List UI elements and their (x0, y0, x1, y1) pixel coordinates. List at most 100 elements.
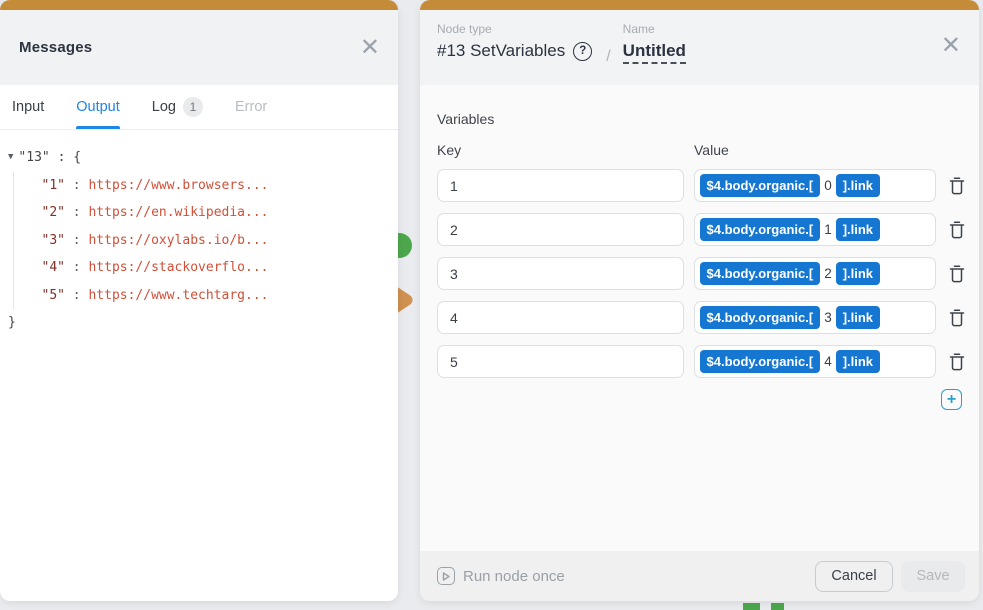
chip-index-text[interactable]: 3 (824, 310, 832, 325)
tab-log[interactable]: Log 1 (152, 85, 203, 129)
key-input[interactable] (437, 169, 684, 202)
json-key: "4" (42, 260, 65, 275)
value-column-header: Value (694, 142, 729, 158)
expression-chip[interactable]: $4.body.organic.[ (700, 174, 821, 197)
node-editor-header: Node type #13 SetVariables ? / Name Unti… (420, 10, 979, 85)
node-editor-body: Variables Key Value $4.body.organic.[ 0 … (420, 85, 979, 551)
variables-section-label: Variables (437, 111, 965, 127)
delete-row-button[interactable] (949, 265, 965, 283)
delete-row-button[interactable] (949, 309, 965, 327)
value-input[interactable]: $4.body.organic.[ 1 ].link (694, 213, 936, 246)
node-type-label: Node type (437, 22, 592, 36)
collapse-triangle-icon[interactable]: ▼ (8, 144, 13, 172)
json-key: "3" (42, 233, 65, 248)
tab-error[interactable]: Error (235, 85, 267, 129)
play-icon (437, 567, 455, 585)
tab-input[interactable]: Input (12, 85, 44, 129)
variable-row: $4.body.organic.[ 0 ].link (437, 169, 965, 202)
expression-chip[interactable]: ].link (836, 306, 880, 329)
save-button[interactable]: Save (901, 561, 965, 592)
variables-column-headers: Key Value (437, 142, 965, 158)
delete-row-button[interactable] (949, 177, 965, 195)
run-node-once-button[interactable]: Run node once (437, 567, 565, 585)
json-colon: : (65, 205, 88, 220)
chip-index-text[interactable]: 4 (824, 354, 832, 369)
expression-chip[interactable]: $4.body.organic.[ (700, 218, 821, 241)
expression-chip[interactable]: ].link (836, 350, 880, 373)
json-colon: : (65, 288, 88, 303)
expression-chip[interactable]: ].link (836, 218, 880, 241)
expression-chip[interactable]: ].link (836, 174, 880, 197)
json-value: https://www.browsers... (88, 178, 268, 193)
add-variable-button[interactable]: + (941, 389, 962, 410)
panel-accent-bar (420, 0, 979, 10)
messages-tab-bar: Input Output Log 1 Error (0, 85, 398, 130)
tab-log-label: Log (152, 99, 176, 115)
json-entry: "1" : https://www.browsers... (42, 172, 389, 200)
expression-chip[interactable]: ].link (836, 262, 880, 285)
json-key: "2" (42, 205, 65, 220)
variable-row: $4.body.organic.[ 2 ].link (437, 257, 965, 290)
trash-icon (949, 177, 965, 195)
workflow-node-fragment (771, 603, 784, 610)
trash-icon (949, 221, 965, 239)
node-type-value-row: #13 SetVariables ? (437, 41, 592, 61)
json-root-key: "13" (18, 144, 49, 172)
key-input[interactable] (437, 213, 684, 246)
json-open-brace: : { (58, 144, 81, 172)
value-input[interactable]: $4.body.organic.[ 3 ].link (694, 301, 936, 334)
key-input[interactable] (437, 257, 684, 290)
value-input[interactable]: $4.body.organic.[ 2 ].link (694, 257, 936, 290)
chip-index-text[interactable]: 1 (824, 222, 832, 237)
expression-chip[interactable]: $4.body.organic.[ (700, 262, 821, 285)
value-input[interactable]: $4.body.organic.[ 0 ].link (694, 169, 936, 202)
help-icon[interactable]: ? (573, 42, 592, 61)
json-value: https://stackoverflo... (88, 260, 268, 275)
node-name-value[interactable]: Untitled (623, 41, 686, 64)
messages-header: Messages ✕ (0, 10, 398, 85)
run-node-once-label: Run node once (463, 568, 565, 585)
json-colon: : (65, 260, 88, 275)
expression-chip[interactable]: $4.body.organic.[ (700, 306, 821, 329)
workflow-node-fragment (743, 603, 760, 610)
json-children: "1" : https://www.browsers... "2" : http… (13, 172, 389, 310)
header-separator: / (606, 48, 610, 66)
value-input[interactable]: $4.body.organic.[ 4 ].link (694, 345, 936, 378)
variable-row: $4.body.organic.[ 4 ].link (437, 345, 965, 378)
close-icon[interactable]: ✕ (360, 36, 380, 60)
expression-chip[interactable]: $4.body.organic.[ (700, 350, 821, 373)
variable-row: $4.body.organic.[ 3 ].link (437, 301, 965, 334)
json-open-brace (50, 144, 58, 172)
key-column-header: Key (437, 142, 694, 158)
node-editor-footer: Run node once Cancel Save (420, 551, 979, 601)
cancel-button[interactable]: Cancel (815, 561, 893, 592)
node-type-group: Node type #13 SetVariables ? (437, 22, 592, 61)
key-input[interactable] (437, 345, 684, 378)
json-value: https://www.techtarg... (88, 288, 268, 303)
json-key: "5" (42, 288, 65, 303)
log-count-badge: 1 (183, 97, 203, 117)
chip-index-text[interactable]: 2 (824, 266, 832, 281)
variable-row: $4.body.organic.[ 1 ].link (437, 213, 965, 246)
messages-title: Messages (19, 39, 92, 56)
delete-row-button[interactable] (949, 221, 965, 239)
chip-index-text[interactable]: 0 (824, 178, 832, 193)
messages-panel: Messages ✕ Input Output Log 1 Error ▼ "1… (0, 0, 398, 601)
node-editor-panel: Node type #13 SetVariables ? / Name Unti… (420, 0, 979, 601)
trash-icon (949, 309, 965, 327)
json-entry: "3" : https://oxylabs.io/b... (42, 227, 389, 255)
json-entry: "5" : https://www.techtarg... (42, 282, 389, 310)
close-icon[interactable]: ✕ (941, 34, 961, 58)
json-key: "1" (42, 178, 65, 193)
json-output-viewer: ▼ "13" : { "1" : https://www.browsers...… (0, 130, 398, 337)
node-name-label: Name (623, 22, 686, 36)
tab-output[interactable]: Output (76, 85, 120, 129)
add-row-container: + (437, 389, 965, 410)
key-input[interactable] (437, 301, 684, 334)
trash-icon (949, 353, 965, 371)
delete-row-button[interactable] (949, 353, 965, 371)
json-colon: : (65, 233, 88, 248)
json-root-line: ▼ "13" : { (8, 144, 388, 172)
json-colon: : (65, 178, 88, 193)
node-name-group: Name Untitled (623, 22, 686, 64)
